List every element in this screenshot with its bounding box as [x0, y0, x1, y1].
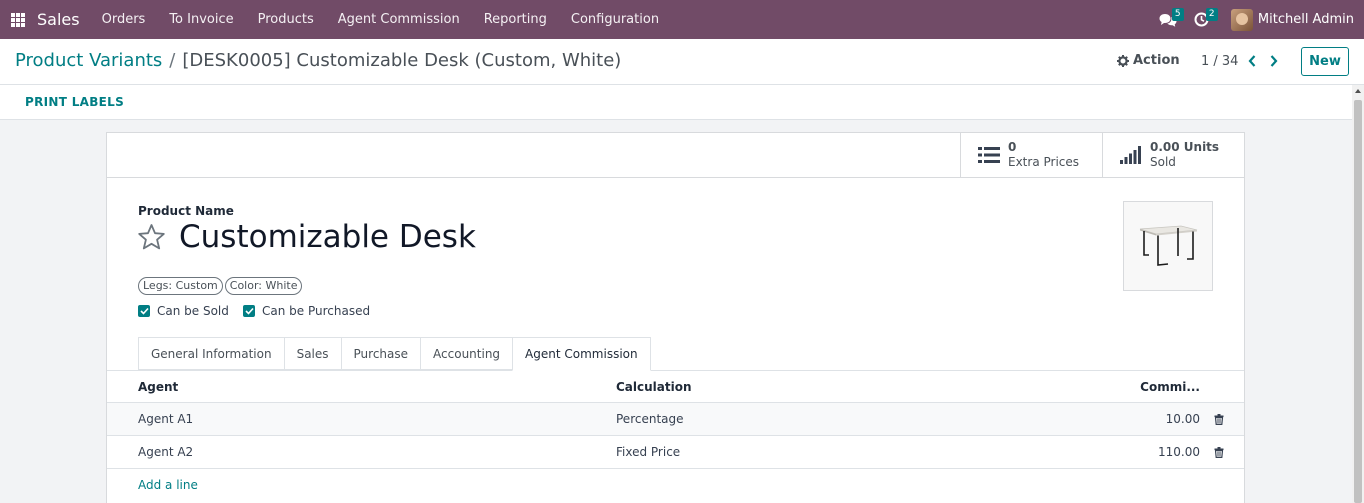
units-sold-button[interactable]: 0.00 Units Sold	[1102, 133, 1244, 177]
gear-icon	[1117, 54, 1129, 67]
can-be-purchased-label: Can be Purchased	[262, 304, 371, 318]
table-row[interactable]: Agent A2 Fixed Price 110.00	[107, 436, 1244, 469]
messages-badge: 5	[1171, 8, 1184, 21]
new-button[interactable]: New	[1301, 47, 1349, 76]
cell-commission: 10.00	[1165, 412, 1200, 426]
delete-row-trash-icon[interactable]	[1214, 436, 1224, 468]
checkbox-checked-icon	[138, 305, 150, 317]
cell-commission: 110.00	[1158, 445, 1200, 459]
scroll-thumb[interactable]	[1354, 100, 1362, 503]
table-row[interactable]: Agent A1 Percentage 10.00	[107, 403, 1244, 436]
breadcrumb-current: [DESK0005] Customizable Desk (Custom, Wh…	[182, 50, 622, 71]
menu-configuration[interactable]: Configuration	[559, 0, 671, 39]
attribute-tags: Legs: Custom Color: White	[138, 277, 303, 295]
list-icon	[978, 147, 1000, 163]
table-header: Agent Calculation Commi...	[107, 371, 1244, 403]
header-calculation[interactable]: Calculation	[616, 371, 692, 402]
pager-next-button[interactable]	[1266, 51, 1282, 71]
control-panel: Product Variants / [DESK0005] Customizab…	[0, 39, 1364, 85]
form-sheet: 0 Extra Prices 0.00 Units Sold Product N…	[106, 132, 1245, 503]
breadcrumb-product-variants[interactable]: Product Variants	[15, 50, 162, 71]
cell-agent: Agent A1	[138, 412, 194, 426]
cell-calculation: Percentage	[616, 412, 684, 426]
tab-purchase[interactable]: Purchase	[340, 337, 422, 370]
activities-button[interactable]: 2	[1185, 0, 1219, 39]
add-line-row: Add a line	[107, 469, 1244, 501]
signal-icon	[1120, 146, 1141, 164]
can-be-sold-label: Can be Sold	[157, 304, 229, 318]
product-image[interactable]	[1123, 201, 1213, 291]
tab-sales[interactable]: Sales	[283, 337, 342, 370]
tab-agent-commission[interactable]: Agent Commission	[512, 337, 651, 371]
messages-button[interactable]: 5	[1151, 0, 1185, 39]
pager-previous-button[interactable]	[1244, 51, 1260, 71]
tag-legs: Legs: Custom	[138, 277, 223, 295]
print-labels-button[interactable]: PRINT LABELS	[25, 95, 124, 109]
product-name-field[interactable]: Customizable Desk	[179, 219, 476, 255]
action-button[interactable]: Action	[1117, 53, 1180, 68]
tag-color: Color: White	[224, 277, 303, 295]
apps-menu-icon[interactable]	[11, 12, 25, 27]
top-navbar: Sales Orders To Invoice Products Agent C…	[0, 0, 1364, 39]
scrollbar[interactable]	[1352, 85, 1364, 503]
chevron-right-icon	[1270, 55, 1278, 67]
can-be-purchased-checkbox[interactable]: Can be Purchased	[243, 304, 370, 318]
menu-to-invoice[interactable]: To Invoice	[157, 0, 245, 39]
app-brand[interactable]: Sales	[37, 10, 80, 29]
add-line-link[interactable]: Add a line	[138, 469, 198, 501]
action-label: Action	[1133, 53, 1180, 68]
chevron-left-icon	[1248, 55, 1256, 67]
units-sold-value: 0.00 Units	[1150, 140, 1220, 154]
favorite-star-icon[interactable]	[137, 223, 166, 255]
menu-orders[interactable]: Orders	[90, 0, 158, 39]
notebook-tabs: General Information Sales Purchase Accou…	[138, 337, 651, 371]
breadcrumb: Product Variants / [DESK0005] Customizab…	[15, 50, 621, 71]
delete-row-trash-icon[interactable]	[1214, 403, 1224, 435]
extra-prices-button[interactable]: 0 Extra Prices	[960, 133, 1102, 177]
extra-prices-label: Extra Prices	[1008, 155, 1080, 169]
tab-accounting[interactable]: Accounting	[420, 337, 514, 370]
units-sold-label: Sold	[1150, 155, 1176, 169]
form-statusbar: PRINT LABELS	[0, 85, 1352, 120]
activities-badge: 2	[1205, 8, 1218, 21]
commission-table: Agent Calculation Commi... Agent A1 Perc…	[107, 371, 1244, 501]
product-name-label: Product Name	[138, 204, 234, 218]
cell-agent: Agent A2	[138, 445, 194, 459]
breadcrumb-separator: /	[169, 50, 176, 71]
extra-prices-value: 0	[1008, 140, 1017, 154]
menu-reporting[interactable]: Reporting	[472, 0, 559, 39]
menu-agent-commission[interactable]: Agent Commission	[326, 0, 472, 39]
can-be-sold-checkbox[interactable]: Can be Sold	[138, 304, 229, 318]
tab-general-information[interactable]: General Information	[138, 337, 285, 370]
systray: 5 2 Mitchell Admin	[1151, 0, 1364, 39]
header-commission[interactable]: Commi...	[1140, 371, 1200, 402]
checkbox-checked-icon	[243, 305, 255, 317]
menu-products[interactable]: Products	[246, 0, 326, 39]
user-name: Mitchell Admin	[1257, 12, 1354, 27]
scroll-up-arrow-icon[interactable]	[1355, 89, 1361, 93]
smart-button-box: 0 Extra Prices 0.00 Units Sold	[107, 133, 1244, 178]
desk-image-icon	[1139, 225, 1198, 266]
user-menu[interactable]: Mitchell Admin	[1230, 8, 1354, 31]
header-agent[interactable]: Agent	[138, 371, 178, 402]
pager-value[interactable]: 1 / 34	[1201, 54, 1238, 69]
avatar	[1230, 8, 1253, 31]
cell-calculation: Fixed Price	[616, 445, 681, 459]
